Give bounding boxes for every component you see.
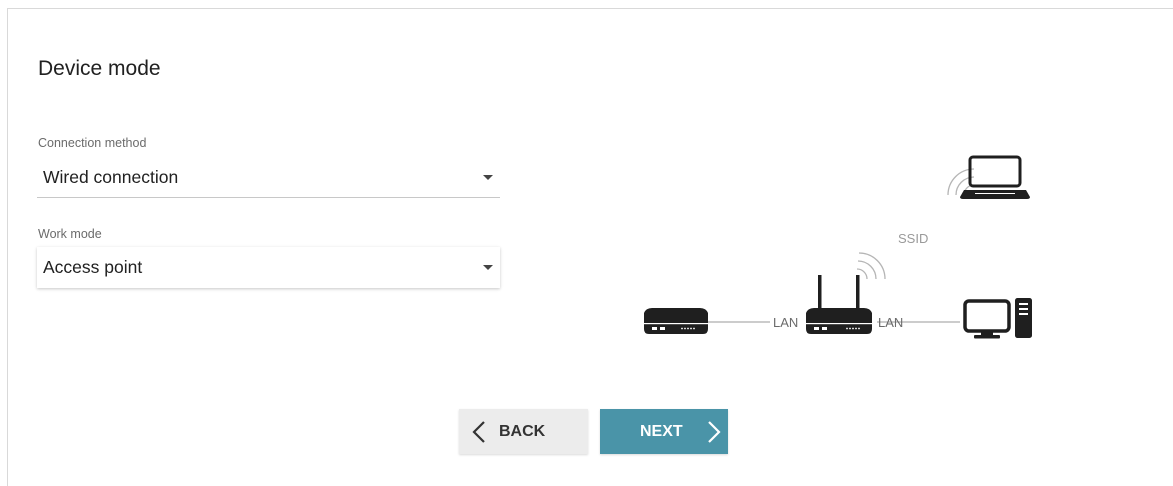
lan-label-left: LAN xyxy=(773,315,798,330)
next-button[interactable]: NEXT xyxy=(600,409,728,454)
chevron-down-icon xyxy=(483,175,493,180)
laptop-icon xyxy=(960,155,1030,199)
page-title: Device mode xyxy=(38,57,161,80)
next-button-label: NEXT xyxy=(640,423,683,440)
connection-method-value: Wired connection xyxy=(43,167,179,187)
chevron-left-icon xyxy=(472,421,485,443)
work-mode-value: Access point xyxy=(43,257,143,277)
connection-method-label: Connection method xyxy=(38,136,147,150)
work-mode-label: Work mode xyxy=(38,227,102,241)
ssid-label: SSID xyxy=(898,231,928,246)
work-mode-select[interactable]: Access point xyxy=(37,247,500,288)
chevron-down-icon xyxy=(483,265,493,270)
router-icon xyxy=(806,275,872,334)
network-diagram: LAN LAN SSID xyxy=(644,155,1032,339)
lan-label-right: LAN xyxy=(878,315,903,330)
wifi-signal-icon xyxy=(856,252,886,280)
connection-method-select[interactable]: Wired connection xyxy=(37,157,500,198)
back-button[interactable]: BACK xyxy=(459,409,588,454)
back-button-label: BACK xyxy=(499,423,546,440)
modem-icon xyxy=(644,308,708,334)
chevron-right-icon xyxy=(708,421,721,443)
desktop-computer-icon xyxy=(963,298,1032,339)
